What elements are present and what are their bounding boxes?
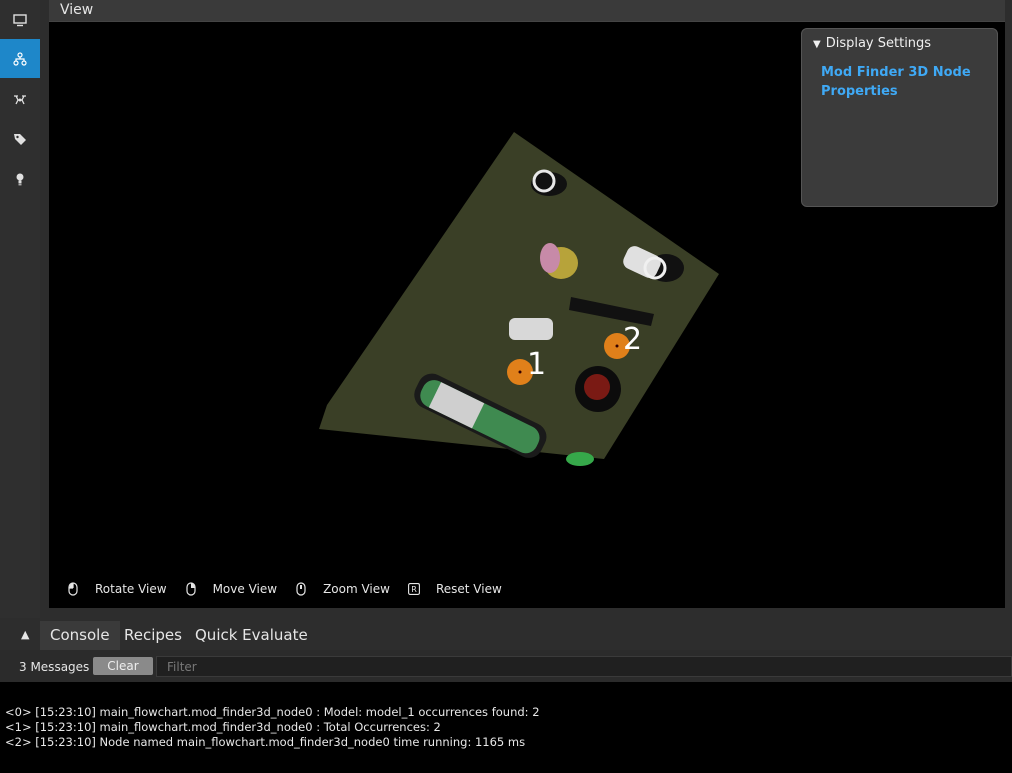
- tab-console[interactable]: Console: [40, 621, 120, 650]
- console-toolbar: 3 Messages Clear: [0, 650, 1012, 682]
- clear-button[interactable]: Clear: [93, 657, 153, 675]
- lightbulb-icon: [16, 173, 24, 185]
- sidebar-item-flowchart[interactable]: [0, 39, 40, 78]
- tray-surface: [319, 132, 719, 459]
- display-settings-title: Display Settings: [825, 36, 932, 51]
- view-title: View: [49, 0, 1005, 22]
- svg-text:R: R: [411, 585, 417, 594]
- mouse-right-icon: [185, 582, 197, 596]
- display-settings-panel: ▼ Display Settings Mod Finder 3D Node Pro…: [801, 28, 998, 207]
- white-cylinder-object: [509, 318, 553, 340]
- occurrence-label-2: 2: [623, 322, 642, 357]
- sidebar-item-robot[interactable]: [0, 79, 40, 118]
- log-line: <1> [15:23:10] main_flowchart.mod_finder…: [5, 720, 441, 734]
- reset-view-label: Reset View: [435, 582, 502, 596]
- cup-top: [540, 243, 560, 273]
- tab-recipes[interactable]: Recipes: [114, 621, 192, 650]
- sidebar-item-display[interactable]: [0, 0, 40, 39]
- view-panel: View 1 2 ▼ Display Settings Mod Finder 3…: [49, 0, 1005, 608]
- apple-object: [584, 374, 610, 400]
- console-log[interactable]: <0> [15:23:10] main_flowchart.mod_finder…: [0, 682, 1012, 773]
- sidebar-item-tags[interactable]: [0, 119, 40, 158]
- display-settings-header[interactable]: ▼ Display Settings: [813, 36, 931, 51]
- orange-marker-2: [615, 344, 619, 348]
- drone-icon: [14, 94, 26, 104]
- 3d-viewport[interactable]: 1 2 ▼ Display Settings Mod Finder 3D Node…: [49, 22, 1005, 608]
- mouse-wheel-icon: [295, 582, 307, 596]
- collapse-panel-icon[interactable]: ▲: [21, 628, 29, 641]
- mouse-left-icon: [67, 582, 79, 596]
- left-sidebar: [0, 0, 40, 618]
- monitor-icon: [13, 13, 27, 26]
- flowchart-icon: [13, 51, 27, 66]
- bottom-panel-tabs: ▲ Console Recipes Quick Evaluate: [0, 618, 1012, 650]
- filter-input[interactable]: [156, 656, 1012, 677]
- view-controls-legend: Rotate View Move View Zoom View R Reset …: [67, 581, 520, 597]
- log-line: <2> [15:23:10] Node named main_flowchart…: [5, 735, 526, 749]
- key-r-icon: R: [408, 582, 420, 596]
- log-line: <0> [15:23:10] main_flowchart.mod_finder…: [5, 705, 540, 719]
- occurrence-label-1: 1: [527, 347, 546, 382]
- green-lid-object: [566, 452, 594, 466]
- message-count: 3 Messages: [19, 660, 90, 674]
- tab-quick-evaluate[interactable]: Quick Evaluate: [185, 621, 318, 650]
- sidebar-item-lighting[interactable]: [0, 159, 40, 198]
- expand-triangle-icon: ▼: [813, 39, 821, 50]
- zoom-view-label: Zoom View: [323, 582, 390, 596]
- node-properties-link[interactable]: Mod Finder 3D Node Properties: [821, 63, 981, 101]
- rotate-view-label: Rotate View: [95, 582, 167, 596]
- move-view-label: Move View: [212, 582, 278, 596]
- orange-marker-1: [518, 370, 522, 374]
- tag-icon: [14, 133, 26, 145]
